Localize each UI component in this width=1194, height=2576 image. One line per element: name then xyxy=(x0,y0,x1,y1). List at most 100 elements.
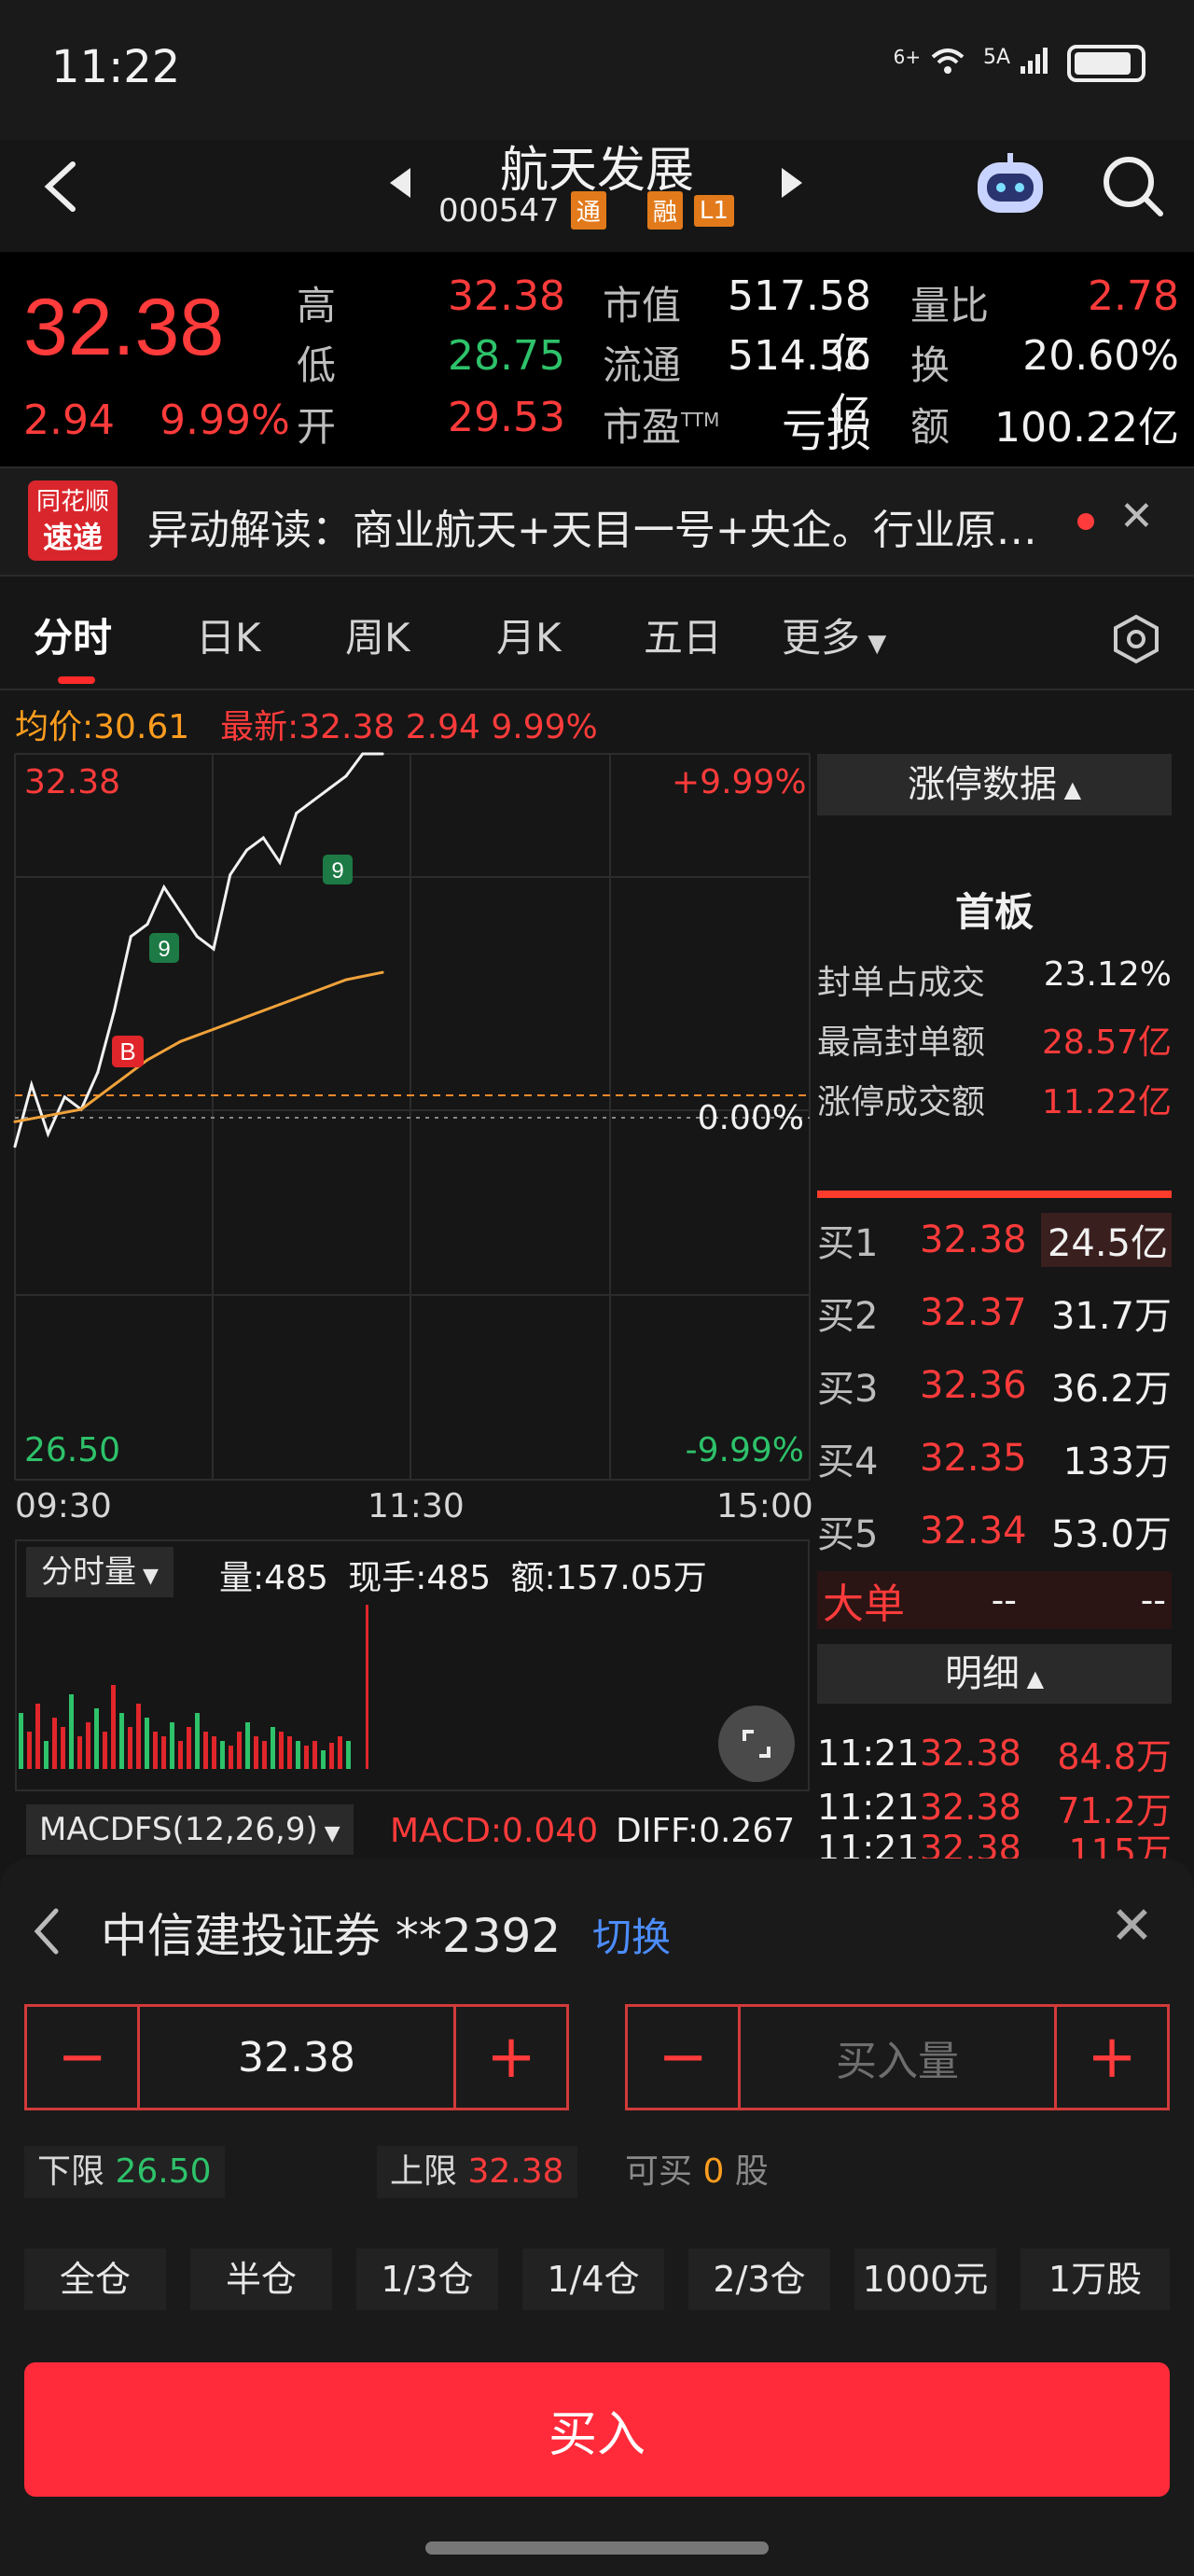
pe-value: 亏损 xyxy=(781,405,871,457)
bid-volume: 53.0万 xyxy=(1050,1513,1172,1556)
settings-icon[interactable] xyxy=(1110,613,1162,665)
volume-bar xyxy=(153,1732,158,1769)
big-order-b: -- xyxy=(1140,1580,1166,1621)
volume-bar xyxy=(195,1713,200,1769)
close-icon[interactable]: ✕ xyxy=(1110,1896,1154,1956)
x-time-mid: 11:30 xyxy=(368,1487,465,1525)
qty-half-button[interactable]: 半仓 xyxy=(190,2249,332,2310)
tab-more[interactable]: 更多 ▼ xyxy=(782,606,886,663)
price-series-point xyxy=(312,799,314,802)
qty-quarter-button[interactable]: 1/4仓 xyxy=(522,2249,664,2310)
qty-full-button[interactable]: 全仓 xyxy=(24,2249,166,2310)
tab-five-day[interactable]: 五日 xyxy=(644,606,722,663)
volume-bar xyxy=(296,1741,300,1769)
detail-header[interactable]: 明细 ▲ xyxy=(817,1644,1172,1704)
lower-limit[interactable]: 下限 26.50 xyxy=(24,2146,225,2198)
fullscreen-button[interactable] xyxy=(718,1706,795,1782)
order-book-row[interactable]: 买5 32.34 53.0万 xyxy=(817,1495,1172,1567)
news-close-icon[interactable]: ✕ xyxy=(1119,493,1154,540)
y-bottom-pct: -9.99% xyxy=(685,1431,804,1469)
y-top-pct: +9.99% xyxy=(672,763,807,801)
volume-bar xyxy=(136,1704,141,1769)
quantity-input[interactable]: 买入量 xyxy=(738,2007,1057,2108)
buy-button[interactable]: 买入 xyxy=(24,2362,1170,2497)
switch-account-link[interactable]: 切换 xyxy=(592,1906,671,1963)
upper-limit[interactable]: 上限 32.38 xyxy=(377,2146,577,2198)
avg-price-series-point xyxy=(278,1003,282,1007)
bid-price: 32.36 xyxy=(920,1364,1027,1407)
volume-indicator-select[interactable]: 分时量 ▼ xyxy=(26,1547,174,1597)
order-book-row[interactable]: 买1 32.38 24.5亿 xyxy=(817,1204,1172,1276)
bid-volume: 24.5亿 xyxy=(1041,1213,1172,1267)
qty-plus-button[interactable]: + xyxy=(1057,2007,1167,2108)
volume-bar xyxy=(312,1741,317,1769)
can-buy: 可买 0 股 xyxy=(625,2152,769,2191)
chevron-left-icon xyxy=(44,161,76,212)
tab-daily-k[interactable]: 日K xyxy=(196,606,261,663)
expand-icon xyxy=(743,1730,771,1758)
limit-row: 封单占成交 23.12% xyxy=(817,955,1172,1002)
qty-two-thirds-button[interactable]: 2/3仓 xyxy=(688,2249,830,2310)
tab-timeshare[interactable]: 分时 xyxy=(34,606,112,663)
qty-10k-shares-button[interactable]: 1万股 xyxy=(1020,2249,1170,2310)
quantity-stepper: − 买入量 + xyxy=(625,2004,1170,2110)
next-stock-button[interactable] xyxy=(782,168,802,198)
amount-value: 100.22亿 xyxy=(994,404,1179,452)
volume-bar xyxy=(346,1741,351,1769)
price-series-point xyxy=(212,947,215,951)
price-series-point xyxy=(96,1070,100,1074)
price-input[interactable]: 32.38 xyxy=(137,2007,456,2108)
prev-stock-button[interactable] xyxy=(390,168,410,198)
volume-bar xyxy=(94,1708,99,1769)
bid-volume: 36.2万 xyxy=(1050,1368,1172,1411)
bid-price: 32.37 xyxy=(920,1291,1027,1334)
volume-bar xyxy=(77,1736,82,1769)
change-row: 2.94 9.99% xyxy=(23,397,290,444)
tab-weekly-k[interactable]: 周K xyxy=(345,606,410,663)
order-book-row[interactable]: 买3 32.36 36.2万 xyxy=(817,1349,1172,1422)
volratio-value: 2.78 xyxy=(1088,272,1179,320)
bid-volume: 31.7万 xyxy=(1050,1295,1172,1338)
tag-tong: 通 xyxy=(570,191,606,230)
limit-data-header[interactable]: 涨停数据 ▲ xyxy=(817,754,1172,815)
back-button[interactable] xyxy=(37,159,84,215)
battery-icon xyxy=(1067,45,1145,82)
price-plus-button[interactable]: + xyxy=(456,2007,566,2108)
news-text[interactable]: 异动解读：商业航天+天目一号+央企。行业原… xyxy=(147,496,1062,556)
volume-bar xyxy=(19,1713,23,1769)
status-icons: 6+ 5A xyxy=(894,45,1145,82)
volume-bar xyxy=(52,1718,57,1769)
tab-monthly-k[interactable]: 月K xyxy=(496,606,562,663)
price-minus-button[interactable]: − xyxy=(27,2007,137,2108)
change-pct: 9.99% xyxy=(159,397,290,444)
unread-dot xyxy=(1077,513,1094,530)
order-book-row[interactable]: 买2 32.37 31.7万 xyxy=(817,1276,1172,1349)
wifi-icon: 6+ xyxy=(894,46,966,82)
broker-account: 中信建投证券 **2392 xyxy=(101,1909,562,1963)
qty-1000-yuan-button[interactable]: 1000元 xyxy=(854,2249,996,2310)
avg-price-series-point xyxy=(113,1083,116,1087)
diff-value: DIFF:0.267 xyxy=(616,1812,796,1850)
caret-up-icon: ▲ xyxy=(1056,776,1082,802)
low-value: 28.75 xyxy=(448,332,565,380)
ai-assistant-icon[interactable] xyxy=(972,151,1048,218)
search-icon[interactable] xyxy=(1101,154,1166,219)
big-order-row[interactable]: 大单 -- -- xyxy=(817,1571,1172,1629)
home-indicator xyxy=(425,2541,769,2555)
volume-bar xyxy=(86,1722,90,1769)
latest-change: 2.94 xyxy=(405,708,480,746)
hand-value: 现手:485 xyxy=(348,1559,492,1597)
qty-third-button[interactable]: 1/3仓 xyxy=(356,2249,498,2310)
macd-indicator-select[interactable]: MACDFS(12,26,9) ▼ xyxy=(26,1804,354,1855)
qty-minus-button[interactable]: − xyxy=(628,2007,738,2108)
svg-text:B: B xyxy=(119,1037,135,1065)
broker-back-button[interactable] xyxy=(30,1903,63,1963)
stock-code-row: 000547 通 融 L1 xyxy=(438,191,734,230)
price-series-point xyxy=(179,910,182,913)
bid-price: 32.35 xyxy=(920,1437,1027,1480)
volume-bar xyxy=(366,1605,368,1769)
detail-volume: 71.2万 xyxy=(1057,1789,1172,1831)
volume-bar xyxy=(61,1727,65,1769)
big-order-label: 大单 xyxy=(823,1580,905,1628)
order-book-row[interactable]: 买4 32.35 133万 xyxy=(817,1422,1172,1495)
